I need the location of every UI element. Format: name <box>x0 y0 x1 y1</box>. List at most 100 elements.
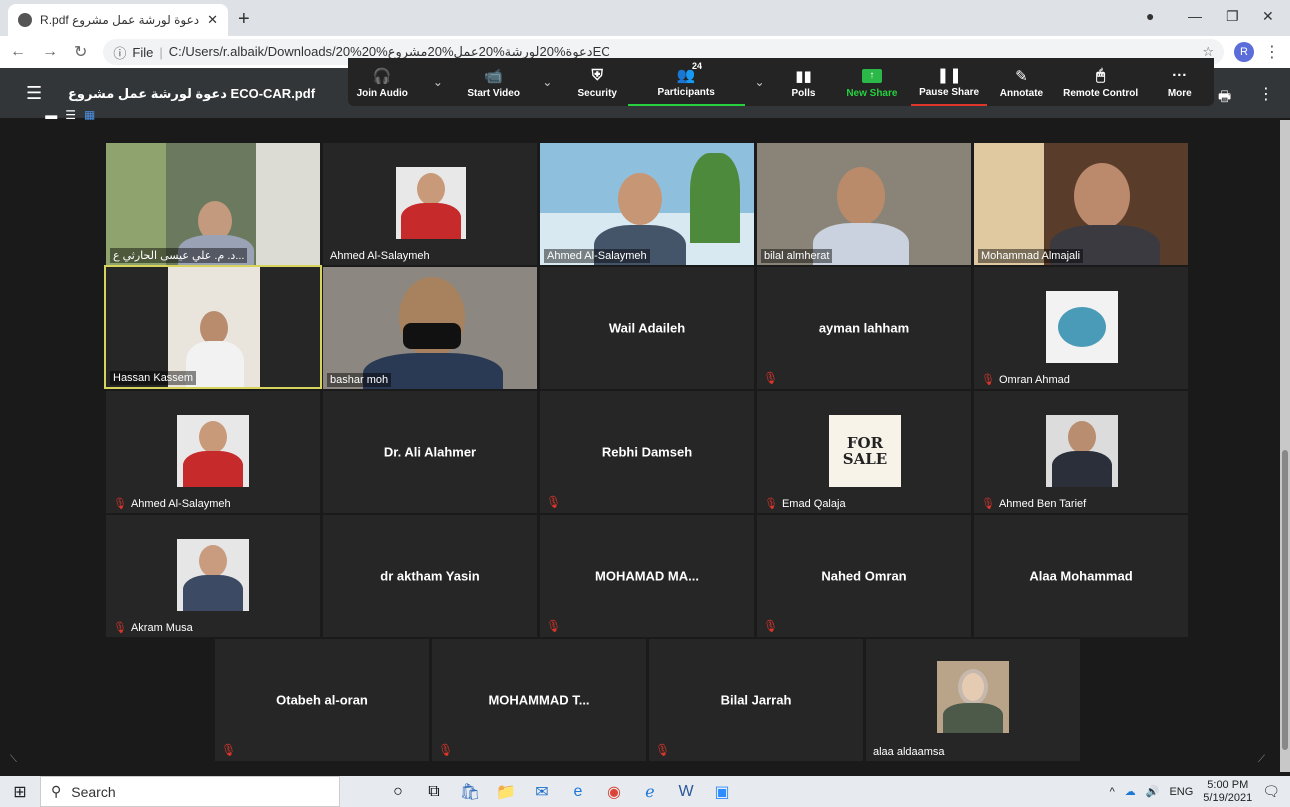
reload-icon[interactable]: ↻ <box>74 42 87 62</box>
muted-mic-icon: 🎙 <box>546 619 562 633</box>
participant-tile[interactable]: Mohammad Almajali <box>974 143 1188 265</box>
zoom-meeting-toolbar: 🎧 Join Audio ⌄ 📹 Start Video ⌄ ⛨ Securit… <box>348 58 1214 106</box>
person-head <box>200 311 228 345</box>
video-options-chevron[interactable]: ⌄ <box>528 58 567 106</box>
store-icon[interactable]: 🛍 <box>452 776 488 807</box>
scrollbar-thumb[interactable] <box>1282 450 1288 750</box>
edge-icon[interactable]: e <box>560 776 596 807</box>
notifications-icon[interactable]: 🗨 <box>1262 783 1280 800</box>
file-explorer-icon[interactable]: 📁 <box>488 776 524 807</box>
taskbar-search-field[interactable]: ⚲ Search <box>40 776 340 807</box>
participant-name: Rebhi Damseh <box>601 444 693 460</box>
lamp-background <box>974 143 1044 265</box>
participant-tile[interactable]: bashar moh <box>323 267 537 389</box>
participant-tile[interactable]: MOHAMAD MA... 🎙 <box>540 515 754 637</box>
forward-icon[interactable]: → <box>42 43 58 61</box>
join-audio-button[interactable]: 🎧 Join Audio <box>348 58 416 106</box>
participant-tile[interactable]: 🎙 Omran Ahmad <box>974 267 1188 389</box>
participant-tile[interactable]: FOR SALE 🎙 Emad Qalaja <box>757 391 971 513</box>
participant-name: ayman lahham <box>818 320 910 336</box>
print-icon[interactable]: 🖶 <box>1218 86 1231 110</box>
browser-tab[interactable]: دعوة لورشة عمل مشروع ECO-CAR.pdf ✕ <box>8 4 228 36</box>
resize-corner-icon[interactable]: ⟍ <box>10 754 17 765</box>
muted-mic-icon: 🎙 <box>113 622 127 634</box>
more-button[interactable]: ··· More <box>1146 58 1214 106</box>
audio-options-chevron[interactable]: ⌄ <box>416 58 459 106</box>
mail-icon[interactable]: ✉ <box>524 776 560 807</box>
close-window-icon[interactable]: ✕ <box>1262 8 1274 25</box>
url-scheme-label: File <box>132 44 154 60</box>
participant-tile[interactable]: Otabeh al-oran 🎙 <box>215 639 429 761</box>
vertical-scrollbar[interactable] <box>1280 120 1290 772</box>
participant-tile[interactable]: Dr. Ali Alahmer <box>323 391 537 513</box>
participant-tile[interactable]: Rebhi Damseh 🎙 <box>540 391 754 513</box>
input-language[interactable]: ENG <box>1169 786 1193 798</box>
back-icon[interactable]: ← <box>10 43 26 61</box>
cortana-icon[interactable]: ○ <box>380 776 416 807</box>
show-hidden-icons-chevron[interactable]: ^ <box>1110 786 1115 798</box>
muted-mic-icon: 🎙 <box>221 743 237 757</box>
profile-avatar[interactable]: R <box>1234 42 1254 62</box>
globe-icon <box>18 13 32 27</box>
participant-tile[interactable]: bilal almherat <box>757 143 971 265</box>
restore-icon[interactable]: ❐ <box>1226 8 1239 25</box>
info-icon[interactable]: ⓘ <box>113 43 126 62</box>
participant-tile[interactable]: 🎙 Akram Musa <box>106 515 320 637</box>
participant-tile[interactable]: د. م. علي عيسى الحارثي ع... <box>106 143 320 265</box>
participants-button[interactable]: 👥 24 Participants <box>627 58 745 106</box>
new-share-button[interactable]: ↑ New Share <box>833 58 911 106</box>
participant-name: Otabeh al-oran <box>276 692 368 708</box>
annotate-button[interactable]: ✎ Annotate <box>987 58 1055 106</box>
word-icon[interactable]: W <box>668 776 704 807</box>
account-dot-icon[interactable]: ● <box>1146 8 1154 24</box>
resize-corner-icon[interactable]: ⟋ <box>1258 754 1265 765</box>
participant-tile[interactable]: 🎙 Ahmed Ben Tarief <box>974 391 1188 513</box>
volume-icon[interactable]: 🔊 <box>1146 785 1160 798</box>
task-view-icon[interactable]: ⧉ <box>416 776 452 807</box>
participant-name: Hassan Kassem <box>110 371 197 385</box>
close-tab-icon[interactable]: ✕ <box>207 12 218 28</box>
participant-tile[interactable]: Wail Adaileh <box>540 267 754 389</box>
participants-options-chevron[interactable]: ⌄ <box>745 58 774 106</box>
muted-mic-icon: 🎙 <box>113 498 127 510</box>
participant-tile[interactable]: Bilal Jarrah 🎙 <box>649 639 863 761</box>
remote-control-button[interactable]: 🖱 Remote Control <box>1056 58 1146 106</box>
participant-name: Wail Adaileh <box>608 320 686 336</box>
participants-count: 24 <box>692 61 703 71</box>
participant-tile[interactable]: MOHAMMAD T... 🎙 <box>432 639 646 761</box>
participant-name: Bilal Jarrah <box>720 692 792 708</box>
participant-tile[interactable]: alaa aldaamsa <box>866 639 1080 761</box>
system-tray: ^ ☁ 🔊 ENG 5:00 PM 5/19/2021 🗨 <box>1110 776 1280 807</box>
internet-explorer-icon[interactable]: ℯ <box>632 776 668 807</box>
new-tab-button[interactable]: + <box>238 8 250 31</box>
zoom-app-icon[interactable]: ▣ <box>704 776 740 807</box>
start-video-button[interactable]: 📹 Start Video <box>459 58 527 106</box>
muted-mic-icon: 🎙 <box>763 619 779 633</box>
participant-tile[interactable]: Ahmed Al-Salaymeh <box>540 143 754 265</box>
minimize-icon[interactable]: — <box>1188 8 1202 24</box>
participant-tile[interactable]: Nahed Omran 🎙 <box>757 515 971 637</box>
participant-tile[interactable]: dr aktham Yasin <box>323 515 537 637</box>
windows-start-icon[interactable]: ⊞ <box>0 776 40 807</box>
participant-name: Nahed Omran <box>821 568 907 584</box>
participant-tile-active-speaker[interactable]: Hassan Kassem <box>104 265 322 389</box>
door-background <box>256 143 320 265</box>
hamburger-menu-icon[interactable]: ☰ <box>26 83 42 104</box>
muted-mic-icon: 🎙 <box>981 498 995 510</box>
polls-button[interactable]: ▮▮ Polls <box>774 58 833 106</box>
pdf-more-icon[interactable]: ⋮ <box>1258 84 1274 104</box>
browser-menu-icon[interactable]: ⋮ <box>1264 42 1280 62</box>
participant-name: dr aktham Yasin <box>380 568 480 584</box>
chrome-icon[interactable]: ◉ <box>596 776 632 807</box>
participant-tile[interactable]: ayman lahham 🎙 <box>757 267 971 389</box>
onedrive-cloud-icon[interactable]: ☁ <box>1125 785 1136 798</box>
participant-tile[interactable]: Ahmed Al-Salaymeh <box>323 143 537 265</box>
taskbar-clock[interactable]: 5:00 PM 5/19/2021 <box>1203 779 1252 805</box>
participant-name: Ahmed Al-Salaymeh <box>544 249 650 263</box>
participant-tile[interactable]: Alaa Mohammad <box>974 515 1188 637</box>
pause-share-button[interactable]: ❚❚ Pause Share <box>910 58 988 106</box>
security-button[interactable]: ⛨ Security <box>567 58 628 106</box>
headphones-icon: 🎧 <box>372 67 392 85</box>
pencil-icon: ✎ <box>1015 67 1028 85</box>
participant-tile[interactable]: 🎙 Ahmed Al-Salaymeh <box>106 391 320 513</box>
